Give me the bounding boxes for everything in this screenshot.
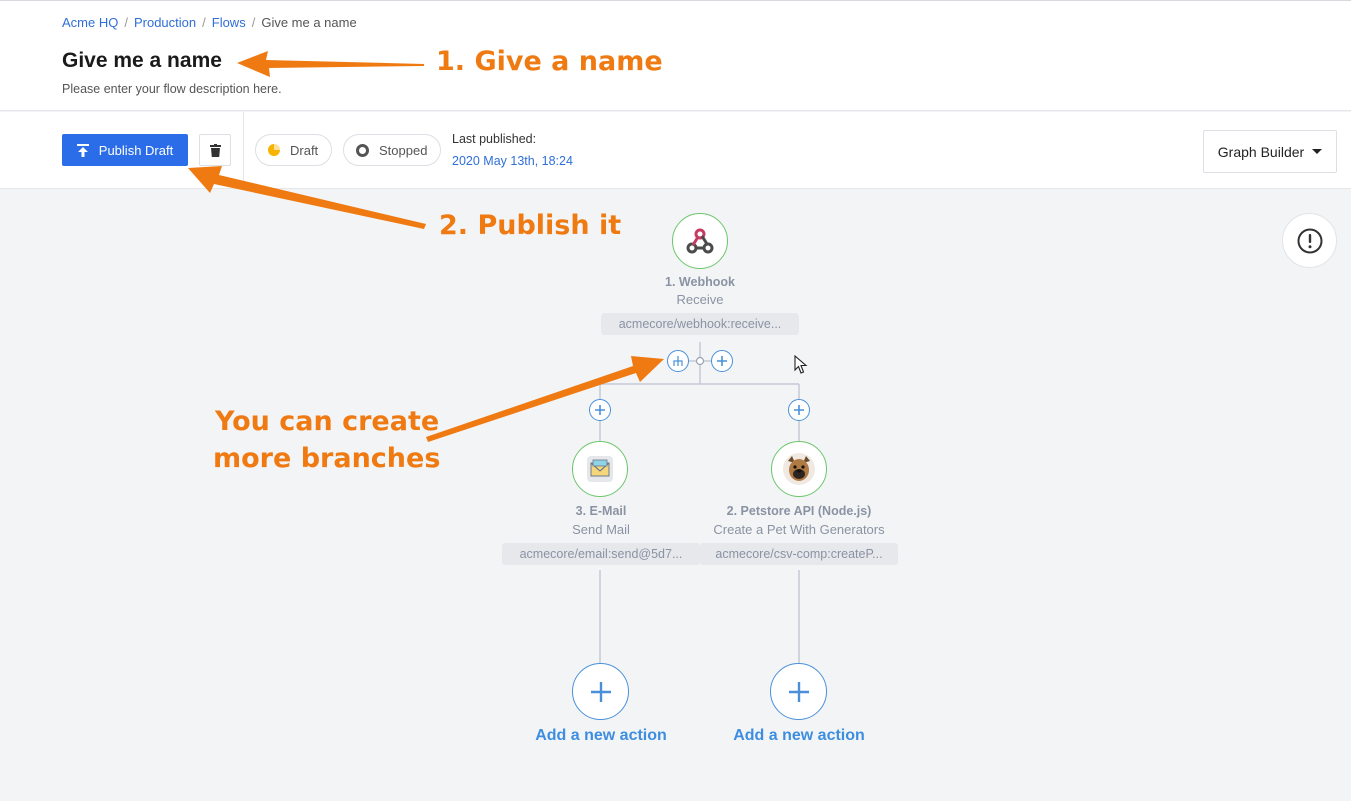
draft-status-label: Draft bbox=[290, 142, 319, 158]
petstore-node-subtitle: Create a Pet With Generators bbox=[713, 522, 885, 537]
add-action-right-label[interactable]: Add a new action bbox=[733, 727, 865, 745]
chevron-down-icon bbox=[1312, 149, 1323, 154]
publish-draft-label: Publish Draft bbox=[98, 142, 174, 158]
add-action-left-label[interactable]: Add a new action bbox=[535, 727, 667, 745]
webhook-node-tag: acmecore/webhook:receive... bbox=[601, 313, 799, 335]
stopped-status-button[interactable]: Stopped bbox=[343, 134, 441, 166]
breadcrumb-separator: / bbox=[124, 15, 128, 30]
petstore-node-title: 2. Petstore API (Node.js) bbox=[726, 504, 872, 518]
flow-title[interactable]: Give me a name bbox=[62, 49, 222, 73]
email-node[interactable] bbox=[572, 441, 628, 497]
email-node-tag: acmecore/email:send@5d7... bbox=[502, 543, 700, 565]
dog-icon bbox=[783, 453, 815, 485]
view-selector-dropdown[interactable]: Graph Builder bbox=[1203, 130, 1337, 173]
breadcrumb-separator: / bbox=[251, 15, 256, 30]
mouse-cursor-icon bbox=[794, 355, 808, 374]
email-node-title: 3. E-Mail bbox=[575, 504, 627, 518]
plus-icon bbox=[590, 681, 611, 702]
last-published-label: Last published: bbox=[452, 132, 537, 146]
branch-icon bbox=[673, 356, 683, 366]
flow-description[interactable]: Please enter your flow description here. bbox=[62, 82, 282, 96]
webhook-node[interactable] bbox=[672, 213, 728, 269]
delete-button[interactable] bbox=[199, 134, 231, 166]
draft-clock-icon bbox=[268, 144, 280, 156]
annotation-branches-line2: more branches bbox=[213, 443, 441, 474]
plus-icon bbox=[788, 681, 809, 702]
breadcrumb-acme-hq[interactable]: Acme HQ bbox=[62, 15, 118, 30]
publish-draft-button[interactable]: Publish Draft bbox=[62, 134, 188, 166]
add-step-left-branch-button[interactable] bbox=[589, 399, 611, 421]
breadcrumb-current: Give me a name bbox=[261, 15, 357, 30]
add-action-right-button[interactable] bbox=[770, 663, 827, 720]
add-branch-button[interactable] bbox=[667, 350, 689, 372]
add-step-right-branch-button[interactable] bbox=[788, 399, 810, 421]
last-published-date[interactable]: 2020 May 13th, 18:24 bbox=[452, 154, 573, 168]
toolbar-divider bbox=[243, 112, 244, 189]
annotation-branches-line1: You can create bbox=[215, 406, 440, 437]
breadcrumb-flows[interactable]: Flows bbox=[212, 15, 246, 30]
view-selector-label: Graph Builder bbox=[1217, 143, 1305, 160]
flow-toolbar: Publish Draft Draft Stopped Last publish… bbox=[0, 112, 1351, 189]
stopped-status-label: Stopped bbox=[379, 142, 428, 158]
petstore-node[interactable] bbox=[771, 441, 827, 497]
plus-icon bbox=[794, 405, 804, 415]
annotation-publish: 2. Publish it bbox=[439, 210, 622, 241]
upload-icon bbox=[76, 143, 89, 157]
plus-icon bbox=[595, 405, 605, 415]
page-header: Acme HQ / Production / Flows / Give me a… bbox=[0, 1, 1351, 111]
add-action-left-button[interactable] bbox=[572, 663, 629, 720]
email-icon bbox=[587, 456, 613, 482]
plus-icon bbox=[717, 356, 727, 366]
breadcrumb: Acme HQ / Production / Flows / Give me a… bbox=[62, 15, 357, 30]
webhook-node-title: 1. Webhook bbox=[665, 275, 735, 289]
stopped-icon bbox=[356, 143, 369, 157]
email-node-subtitle: Send Mail bbox=[572, 522, 630, 537]
annotation-give-name: 1. Give a name bbox=[436, 46, 663, 77]
flow-info-button[interactable] bbox=[1282, 213, 1337, 268]
breadcrumb-production[interactable]: Production bbox=[134, 15, 196, 30]
add-step-button[interactable] bbox=[711, 350, 733, 372]
breadcrumb-separator: / bbox=[202, 15, 206, 30]
alert-circle-icon bbox=[1297, 228, 1322, 253]
trash-icon bbox=[209, 143, 221, 157]
webhook-icon bbox=[686, 228, 714, 254]
petstore-node-tag: acmecore/csv-comp:createP... bbox=[700, 543, 898, 565]
webhook-node-subtitle: Receive bbox=[676, 292, 724, 307]
draft-status-badge: Draft bbox=[255, 134, 332, 166]
